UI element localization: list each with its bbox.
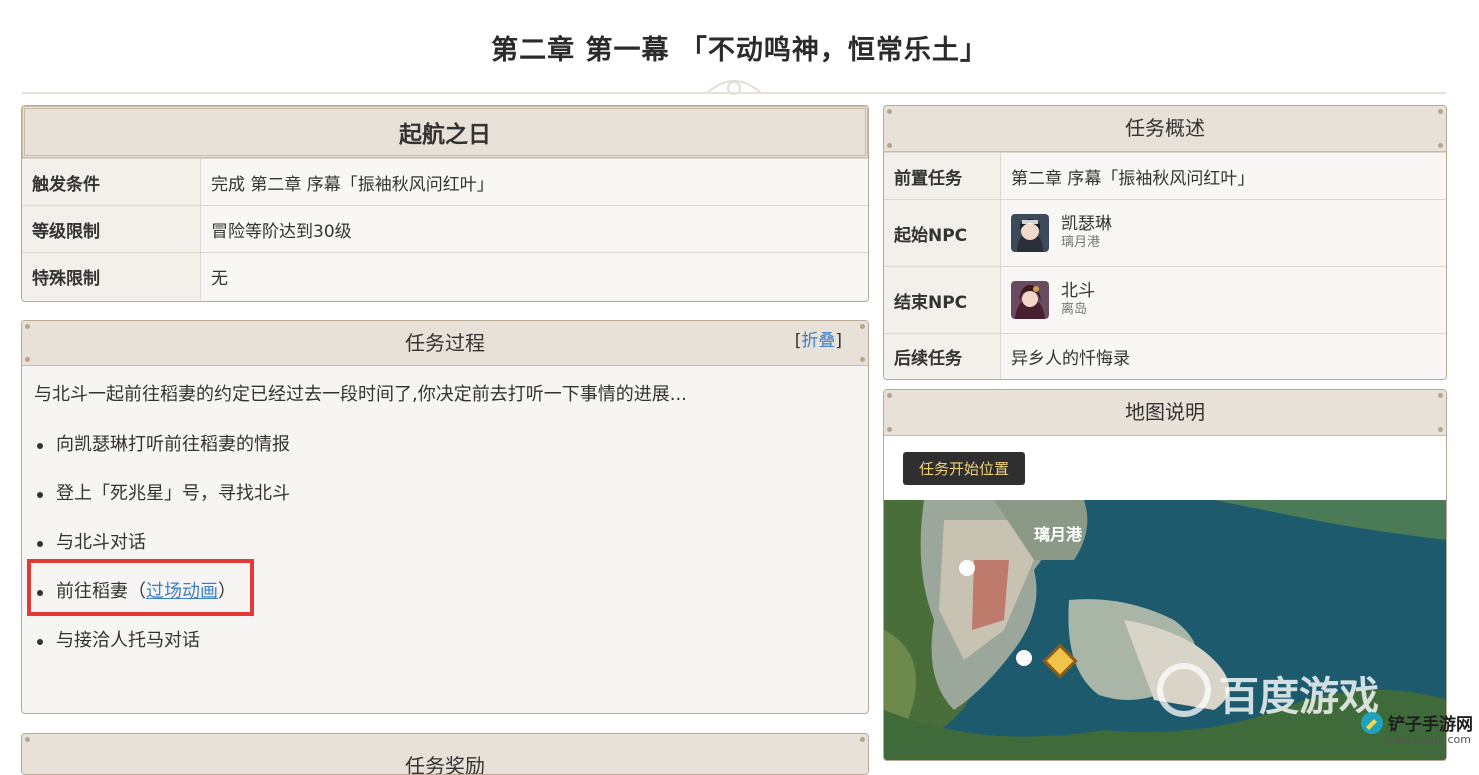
quest-overview-panel: 任务概述 前置任务 第二章 序幕「振袖秋风问红叶」 起始NPC 凯瑟琳 璃月港 … [883,105,1447,380]
quest-intro-text: 与北斗一起前往稻妻的约定已经过去一段时间了,你决定前去打听一下事情的进展... [34,384,687,405]
npc-location: 璃月港 [1061,235,1101,250]
info-key: 等级限制 [22,205,201,253]
quest-reward-panel: 任务奖励 [21,733,869,775]
quest-overview-title: 任务概述 [1125,116,1205,140]
collapse-link[interactable]: 折叠 [801,331,835,351]
quest-start-location-button[interactable]: 任务开始位置 [903,452,1026,485]
quest-info-header: 起航之日 [22,106,868,158]
quest-reward-title: 任务奖励 [405,754,485,775]
collapse-toggle[interactable]: [折叠] [795,331,842,351]
highlight-annotation [27,559,254,616]
overview-key: 起始NPC [884,199,1001,267]
npc-name: 北斗 [1061,281,1095,301]
list-item: 登上「死兆星」号，寻找北斗 [34,484,856,504]
quest-process-panel: 任务过程 [折叠] 与北斗一起前往稻妻的约定已经过去一段时间了,你决定前去打听一… [21,320,869,714]
map-header: 地图说明 [884,390,1446,436]
quest-process-title: 任务过程 [405,331,485,355]
table-row: 特殊限制 无 [22,252,868,300]
npc-location: 离岛 [1061,302,1088,317]
end-npc-cell: 北斗 离岛 [1000,266,1446,334]
npc-name: 凯瑟琳 [1061,214,1112,234]
npc-entry[interactable]: 凯瑟琳 璃月港 [1011,214,1436,252]
list-item: 与接洽人托马对话 [34,631,856,651]
beidou-avatar [1011,281,1049,319]
table-row: 后续任务 异乡人的忏悔录 [884,333,1446,379]
map-title: 地图说明 [1125,400,1205,424]
site-logo: 铲子手游网 [1360,710,1473,735]
watermark-site: www.czjxjc.com [1384,733,1471,746]
info-value: 无 [200,252,868,300]
map-panel: 地图说明 任务开始位置 璃月港 百度游戏 [883,389,1447,761]
quest-reward-header: 任务奖励 [22,734,868,775]
quest-info-panel: 起航之日 触发条件 完成 第二章 序幕「振袖秋风问红叶」 等级限制 冒险等阶达到… [21,105,869,302]
katheryne-avatar [1011,214,1049,252]
table-row: 触发条件 完成 第二章 序幕「振袖秋风问红叶」 [22,158,868,206]
table-row: 结束NPC 北斗 离岛 [884,266,1446,334]
list-item: 向凯瑟琳打听前往稻妻的情报 [34,435,856,455]
title-divider [22,92,1446,94]
start-npc-cell: 凯瑟琳 璃月港 [1000,199,1446,267]
quest-name: 起航之日 [399,122,491,148]
overview-key: 后续任务 [884,333,1001,379]
overview-key: 结束NPC [884,266,1001,334]
npc-entry[interactable]: 北斗 离岛 [1011,281,1436,319]
table-row: 起始NPC 凯瑟琳 璃月港 [884,199,1446,267]
watermark-brand: 百度游戏 [1219,675,1379,719]
shovel-icon [1361,711,1383,734]
quest-info-table: 触发条件 完成 第二章 序幕「振袖秋风问红叶」 等级限制 冒险等阶达到30级 特… [22,158,868,300]
next-quest-value[interactable]: 异乡人的忏悔录 [1000,333,1446,379]
info-value: 冒险等阶达到30级 [200,205,868,253]
info-value: 完成 第二章 序幕「振袖秋风问红叶」 [200,158,868,206]
prev-quest-value[interactable]: 第二章 序幕「振袖秋风问红叶」 [1000,152,1446,200]
quest-overview-header: 任务概述 [884,106,1446,152]
quest-overview-table: 前置任务 第二章 序幕「振袖秋风问红叶」 起始NPC 凯瑟琳 璃月港 结束NPC… [884,152,1446,379]
table-row: 前置任务 第二章 序幕「振袖秋风问红叶」 [884,152,1446,200]
info-key: 特殊限制 [22,252,201,300]
overview-key: 前置任务 [884,152,1001,200]
info-key: 触发条件 [22,158,201,206]
quest-process-header: 任务过程 [折叠] [22,321,868,366]
page-title: 第二章 第一幕 「不动鸣神，恒常乐土」 [491,35,988,66]
quest-steps-list: 向凯瑟琳打听前往稻妻的情报 登上「死兆星」号，寻找北斗 与北斗对话 前往稻妻（过… [34,435,856,651]
table-row: 等级限制 冒险等阶达到30级 [22,205,868,253]
list-item: 与北斗对话 [34,533,856,553]
map-place-label: 璃月港 [1034,525,1083,544]
